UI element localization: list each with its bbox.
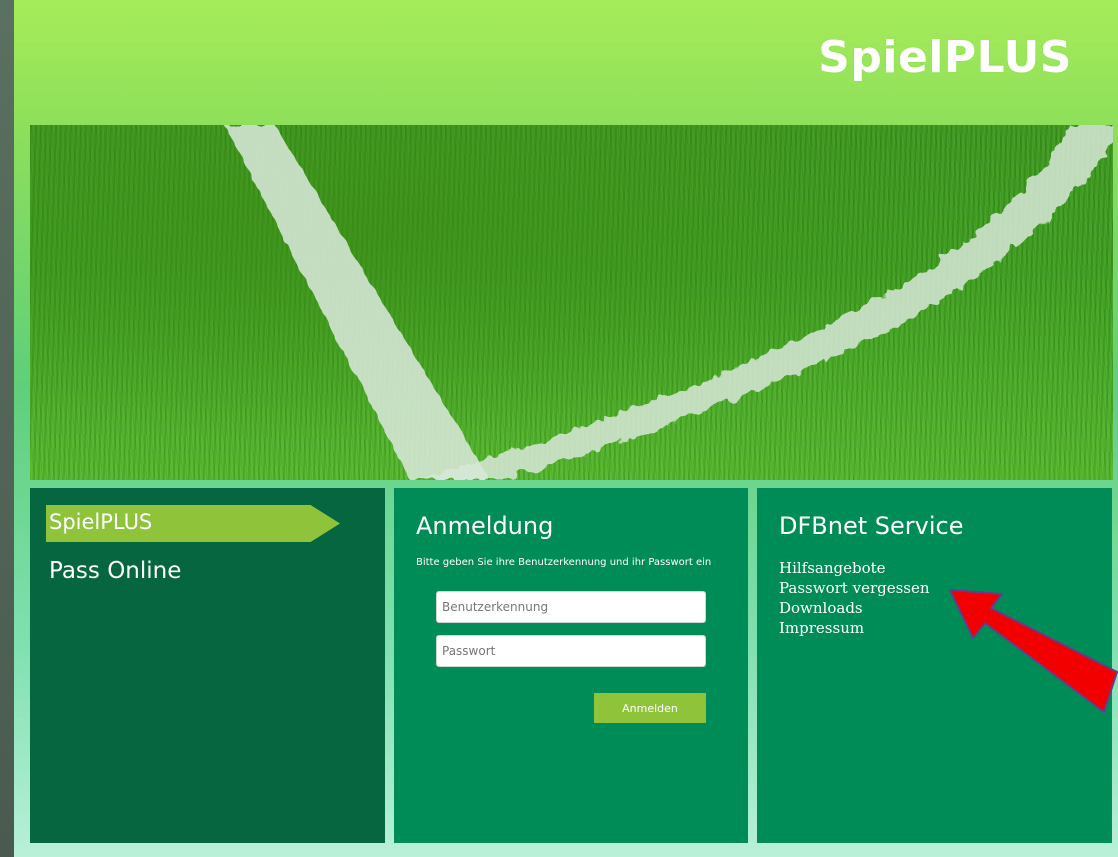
nav-item-label: SpielPLUS	[49, 510, 153, 534]
login-panel: Anmeldung Bitte geben Sie ihre Benutzerk…	[394, 488, 748, 843]
service-title: DFBnet Service	[779, 512, 964, 540]
nav-item-pass-online[interactable]: Pass Online	[49, 558, 181, 584]
pitch-lines	[225, 125, 1113, 480]
nav-panel: SpielPLUS Pass Online	[30, 488, 385, 843]
link-passwort-vergessen[interactable]: Passwort vergessen	[779, 579, 930, 597]
username-input[interactable]	[436, 591, 706, 623]
link-downloads[interactable]: Downloads	[779, 599, 863, 617]
hero-image	[30, 125, 1113, 480]
login-hint: Bitte geben Sie ihre Benutzerkennung und…	[416, 557, 712, 568]
link-impressum[interactable]: Impressum	[779, 619, 864, 637]
service-panel: DFBnet Service Hilfsangebote Passwort ve…	[757, 488, 1112, 843]
link-hilfsangebote[interactable]: Hilfsangebote	[779, 559, 886, 577]
brand-title: SpielPLUS	[818, 32, 1072, 83]
password-input[interactable]	[436, 635, 706, 667]
service-links: Hilfsangebote Passwort vergessen Downloa…	[779, 558, 930, 638]
window-edge	[0, 0, 14, 857]
login-button[interactable]: Anmelden	[594, 693, 706, 723]
login-title: Anmeldung	[416, 512, 554, 540]
nav-item-spielplus[interactable]: SpielPLUS	[46, 505, 340, 542]
